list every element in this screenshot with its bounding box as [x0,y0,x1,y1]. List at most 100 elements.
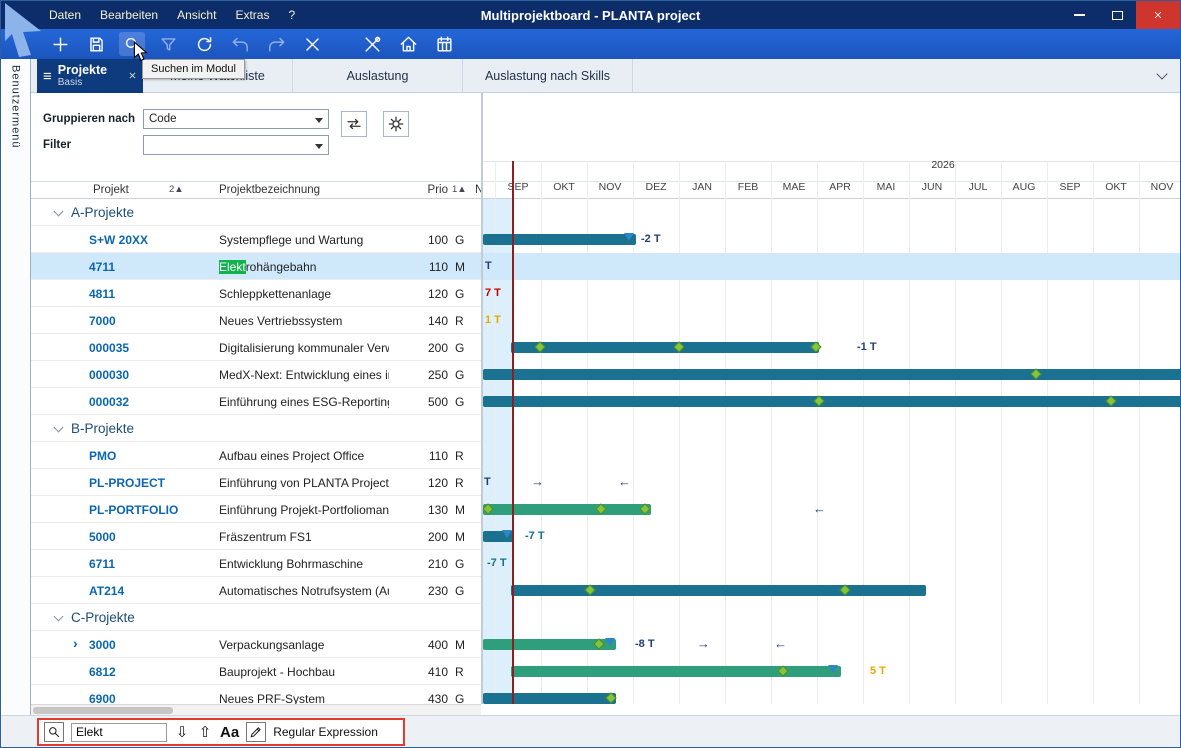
project-code[interactable]: 000030 [89,368,129,382]
search-mode-button[interactable] [44,722,64,742]
search-input[interactable] [71,723,167,742]
table-row[interactable]: ›3000Verpackungsanlage400M [31,631,481,658]
month-label: APR [817,181,863,197]
menu-extras[interactable]: Extras [235,8,269,22]
group-row[interactable]: B-Projekte [31,415,481,442]
table-row[interactable]: S+W 20XXSystempflege und Wartung100G [31,226,481,253]
month-label: MAE [771,181,817,197]
gantt-bar[interactable] [511,585,926,596]
title-bar: DatenBearbeitenAnsichtExtras? Multiproje… [1,1,1180,29]
project-code[interactable]: 5000 [89,530,116,544]
project-code[interactable]: 000035 [89,341,129,355]
gantt-bar[interactable] [483,396,1181,407]
table-row[interactable]: PMOAufbau eines Project Office110R [31,442,481,469]
horizontal-scrollbar[interactable] [31,704,481,715]
scrollbar-thumb[interactable] [33,707,173,714]
table-row[interactable]: 6900Neues PRF-System430G [31,685,481,704]
sort-indicator-prio[interactable]: 1▲ [452,184,467,195]
table-row[interactable]: 5000Fräszentrum FS1200M [31,523,481,550]
tab-projekte[interactable]: ≡ Projekte Basis [37,59,143,93]
gantt-bar[interactable] [511,666,841,677]
gantt-bar[interactable] [483,504,651,515]
redo-icon[interactable] [263,32,289,56]
undo-icon[interactable] [227,32,253,56]
module-menu-icon[interactable]: ≡ [43,69,52,84]
month-gridline [1139,161,1140,704]
chevron-down-icon[interactable] [54,207,64,217]
table-row[interactable]: AT214Automatisches Notrufsystem (Autom..… [31,577,481,604]
tab-close-button[interactable] [128,67,137,85]
menu-ansicht[interactable]: Ansicht [177,8,216,22]
refresh-icon[interactable] [191,32,217,56]
home-icon[interactable] [395,32,421,56]
project-code[interactable]: 4711 [89,260,115,274]
table-row[interactable]: PL-PORTFOLIOEinführung Projekt-Portfolio… [31,496,481,523]
project-code[interactable]: 4811 [89,287,115,301]
gantt-bar[interactable] [483,369,1181,380]
project-code[interactable]: 7000 [89,314,116,328]
group-by-select[interactable]: Code [143,109,329,129]
user-menu-strip[interactable]: Benutzermenü [1,59,31,715]
table-row[interactable]: 000032Einführung eines ESG-Reporting-Sys… [31,388,481,415]
tab-auslastung-nach-skills[interactable]: Auslastung nach Skills [463,59,633,93]
chevron-down-icon[interactable] [54,423,64,433]
project-name: Neues Vertriebssystem [219,314,342,328]
close-icon[interactable] [299,32,325,56]
board-icon[interactable] [431,32,457,56]
filter-icon[interactable] [155,32,181,56]
table-row[interactable]: 000030MedX-Next: Entwicklung eines innov… [31,361,481,388]
project-code[interactable]: 3000 [89,638,116,652]
project-code[interactable]: 6900 [89,692,116,704]
group-row[interactable]: A-Projekte [31,199,481,226]
status-letter: R [455,314,464,328]
column-projekt[interactable]: Projekt [93,184,129,196]
sort-indicator-projekt[interactable]: 2▲ [169,184,184,195]
filter-select[interactable] [143,135,329,155]
table-row[interactable]: 4811Schleppkettenanlage120G [31,280,481,307]
project-code[interactable]: 6711 [89,557,115,571]
project-code[interactable]: PMO [89,449,116,463]
swap-view-button[interactable] [341,111,367,137]
project-code[interactable]: S+W 20XX [89,233,148,247]
group-row[interactable]: C-Projekte [31,604,481,631]
tools-icon[interactable] [359,32,385,56]
column-prio[interactable]: Prio [414,184,448,196]
highlight-button[interactable] [246,722,266,742]
regex-toggle[interactable]: Regular Expression [273,725,378,739]
match-case-button[interactable]: Aa [220,724,239,741]
close-button[interactable] [1136,1,1180,29]
add-icon[interactable] [47,32,73,56]
expand-icon[interactable]: › [73,635,78,651]
table-row[interactable]: 6812Bauprojekt - Hochbau410R [31,658,481,685]
gantt-bar[interactable] [483,234,636,245]
menu-bearbeiten[interactable]: Bearbeiten [100,8,158,22]
tab-overflow-chevron-icon[interactable] [1156,68,1167,79]
project-code[interactable]: AT214 [89,584,124,598]
maximize-button[interactable] [1098,1,1136,29]
menu-[interactable]: ? [288,8,295,22]
delay-label: -7 T [525,530,545,542]
status-letter: R [455,449,464,463]
month-label: JUN [909,181,955,197]
chevron-down-icon[interactable] [54,612,64,622]
search-next-button[interactable]: ⇩ [174,723,190,741]
table-row[interactable]: 7000Neues Vertriebssystem140R [31,307,481,334]
search-prev-button[interactable]: ⇧ [197,723,213,741]
save-icon[interactable] [83,32,109,56]
minimize-button[interactable] [1060,1,1098,29]
column-projektbezeichnung[interactable]: Projektbezeichnung [219,184,320,196]
menu-daten[interactable]: Daten [49,8,81,22]
gantt-bar[interactable] [483,693,616,704]
table-row[interactable]: 4711Elektrohängebahn110M [31,253,481,280]
month-gridline [771,161,772,704]
project-code[interactable]: 000032 [89,395,129,409]
settings-button[interactable] [383,111,409,137]
table-row[interactable]: 6711Entwicklung Bohrmaschine210G [31,550,481,577]
project-code[interactable]: PL-PORTFOLIO [89,503,178,517]
project-code[interactable]: 6812 [89,665,116,679]
gantt-bar[interactable] [511,342,819,353]
project-code[interactable]: PL-PROJECT [89,476,165,490]
table-row[interactable]: 000035Digitalisierung kommunaler Verwalt… [31,334,481,361]
table-row[interactable]: PL-PROJECTEinführung von PLANTA Project1… [31,469,481,496]
tab-auslastung[interactable]: Auslastung [293,59,463,93]
